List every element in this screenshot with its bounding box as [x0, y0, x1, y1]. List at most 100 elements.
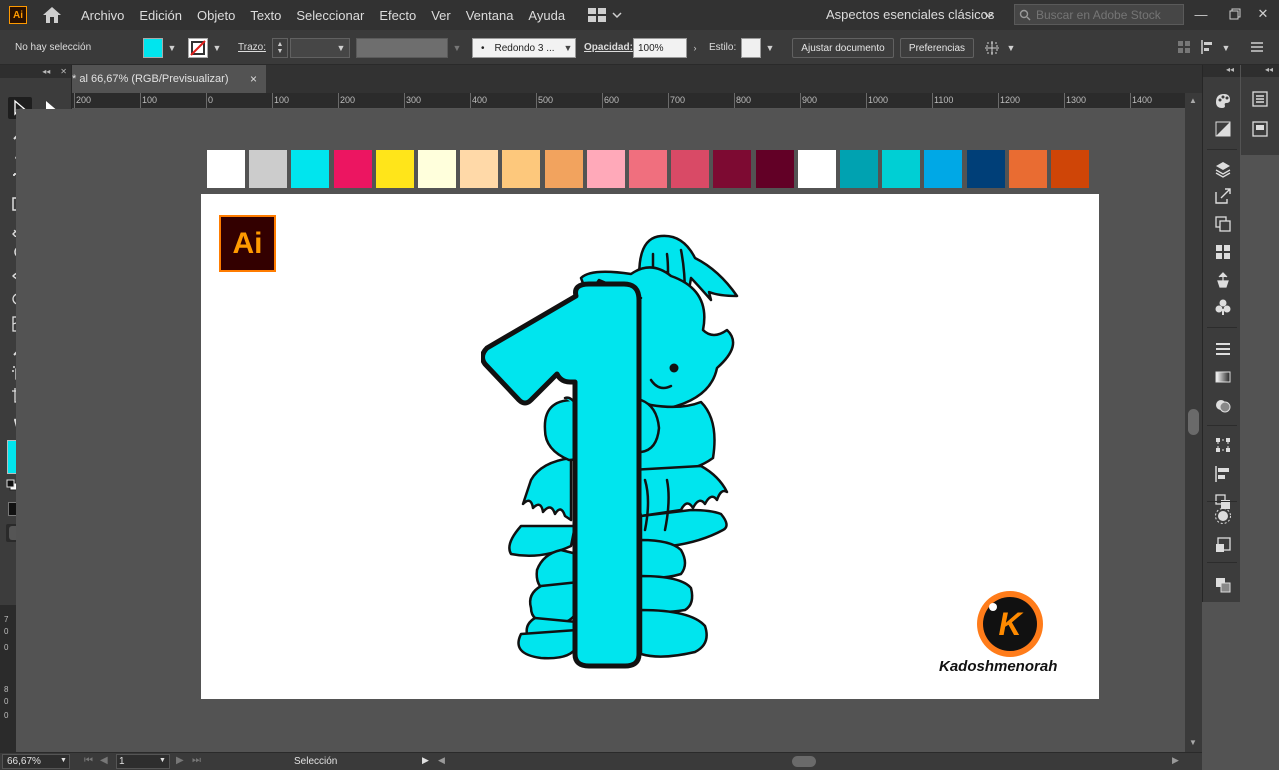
fill-dropdown[interactable]: ▼ — [165, 38, 179, 58]
color-swatch[interactable] — [756, 150, 794, 188]
opacity-input[interactable]: 100% — [633, 38, 687, 58]
gradient-panel-icon[interactable] — [1213, 367, 1233, 387]
close-panel-icon[interactable]: ✕ — [60, 67, 67, 76]
color-swatch[interactable] — [249, 150, 287, 188]
zoom-dropdown-icon[interactable]: ▼ — [60, 757, 67, 764]
color-swatch[interactable] — [713, 150, 751, 188]
color-swatch[interactable] — [545, 150, 583, 188]
close-window-button[interactable]: ✕ — [1252, 4, 1274, 24]
properties-panel-icon[interactable] — [1250, 89, 1270, 109]
align-panel-icon[interactable] — [1213, 464, 1233, 484]
scroll-right-icon[interactable]: ▶ — [1172, 755, 1179, 766]
info-panel-icon[interactable] — [1250, 119, 1270, 139]
graphic-style-swatch[interactable] — [741, 38, 761, 58]
color-swatch[interactable] — [967, 150, 1005, 188]
color-swatch[interactable] — [207, 150, 245, 188]
color-swatch[interactable] — [418, 150, 456, 188]
color-swatch[interactable] — [798, 150, 836, 188]
menu-efecto[interactable]: Efecto — [379, 8, 416, 23]
menu-ver[interactable]: Ver — [431, 8, 451, 23]
opacity-label[interactable]: Opacidad: — [584, 42, 633, 53]
home-icon[interactable] — [41, 5, 63, 25]
status-menu-icon[interactable]: ▶ — [422, 755, 429, 766]
artboards-icon[interactable] — [1213, 214, 1233, 234]
artboard-number-field[interactable]: 1 ▼ — [116, 754, 170, 769]
export-icon[interactable] — [1213, 186, 1233, 206]
stroke-weight-stepper[interactable]: ▲ ▼ — [272, 38, 288, 58]
color-swatch[interactable] — [376, 150, 414, 188]
opacity-arrow[interactable]: › — [688, 38, 702, 58]
symbols-icon[interactable] — [1213, 297, 1233, 317]
swatches-icon[interactable] — [1213, 242, 1233, 262]
color-swatch[interactable] — [882, 150, 920, 188]
menu-seleccionar[interactable]: Seleccionar — [296, 8, 364, 23]
color-swatch[interactable] — [587, 150, 625, 188]
artboard-dropdown-icon[interactable]: ▼ — [159, 757, 166, 764]
last-artboard-icon[interactable]: ⏭ — [192, 755, 201, 766]
vertical-scrollbar[interactable]: ▲ ▼ — [1185, 93, 1202, 752]
align-left-icon[interactable] — [1200, 39, 1218, 55]
horizontal-ruler[interactable]: 200 100 0 100 200 300 400 500 600 700 800 900 1000 11… — [72, 93, 1185, 109]
adjust-document-button[interactable]: Ajustar documento — [792, 38, 894, 58]
align-grid-icon[interactable] — [1176, 39, 1192, 55]
color-swatch[interactable] — [671, 150, 709, 188]
graphic-styles-icon[interactable] — [1213, 535, 1233, 555]
stroke-swatch[interactable] — [188, 38, 208, 58]
color-swatch[interactable] — [924, 150, 962, 188]
first-artboard-icon[interactable]: ⏮ — [84, 755, 93, 766]
stroke-label[interactable]: Trazo: — [238, 42, 266, 53]
menu-ventana[interactable]: Ventana — [466, 8, 514, 23]
brush-dropdown[interactable]: ▼ — [561, 38, 575, 58]
stroke-weight-dropdown[interactable]: ▼ — [334, 38, 348, 58]
arrange-dropdown[interactable]: ▼ — [1004, 38, 1018, 58]
brushes-icon[interactable] — [1213, 270, 1233, 290]
transform-icon[interactable] — [1213, 435, 1233, 455]
dock-collapse-icon[interactable]: ◂◂ — [1203, 65, 1240, 77]
color-swatch[interactable] — [840, 150, 878, 188]
vertical-scroll-thumb[interactable] — [1188, 409, 1199, 435]
menu-edicion[interactable]: Edición — [139, 8, 182, 23]
color-swatch[interactable] — [502, 150, 540, 188]
preferences-button[interactable]: Preferencias — [900, 38, 974, 58]
libraries-icon[interactable] — [1213, 575, 1233, 595]
search-input[interactable] — [1036, 7, 1176, 22]
menu-objeto[interactable]: Objeto — [197, 8, 235, 23]
horizontal-scroll-thumb[interactable] — [792, 756, 816, 767]
color-swatch[interactable] — [1009, 150, 1047, 188]
menu-texto[interactable]: Texto — [250, 8, 281, 23]
variable-width-profile[interactable] — [356, 38, 448, 58]
panel-menu-icon[interactable] — [1248, 39, 1266, 55]
dock-right-collapse-icon[interactable]: ◂◂ — [1241, 65, 1279, 77]
layers-icon[interactable] — [1213, 159, 1233, 179]
color-swatch[interactable] — [460, 150, 498, 188]
workspace-chevron-icon[interactable] — [984, 11, 994, 19]
menu-ayuda[interactable]: Ayuda — [528, 8, 565, 23]
document-tab[interactable]: * al 66,67% (RGB/Previsualizar) × — [72, 65, 266, 93]
color-panel-icon[interactable] — [1213, 91, 1233, 111]
color-swatch[interactable] — [629, 150, 667, 188]
current-tool-status[interactable]: Selección — [294, 756, 337, 767]
vertical-ruler[interactable]: 7 0 0 8 0 0 — [0, 605, 16, 752]
restore-button[interactable] — [1224, 4, 1246, 24]
appearance-icon[interactable] — [1213, 506, 1233, 526]
zoom-field[interactable]: 66,67% ▼ — [2, 754, 70, 769]
close-document-icon[interactable]: × — [250, 72, 257, 86]
style-dropdown[interactable]: ▼ — [763, 38, 777, 58]
arrange-icon[interactable] — [984, 39, 1002, 57]
color-guide-icon[interactable] — [1213, 119, 1233, 139]
arrange-documents-button[interactable] — [588, 8, 622, 22]
align-dropdown[interactable]: ▼ — [1219, 38, 1233, 58]
prev-artboard-icon[interactable]: ◀ — [100, 755, 108, 766]
scroll-up-icon[interactable]: ▲ — [1189, 96, 1197, 105]
stock-search[interactable] — [1014, 4, 1184, 25]
scroll-left-icon[interactable]: ◀ — [438, 755, 445, 766]
workspace-switcher[interactable]: Aspectos esenciales clásicos — [826, 7, 994, 22]
scroll-down-icon[interactable]: ▼ — [1189, 738, 1197, 747]
stroke-dropdown[interactable]: ▼ — [210, 38, 224, 58]
menu-archivo[interactable]: Archivo — [81, 8, 124, 23]
profile-dropdown[interactable]: ▼ — [450, 38, 464, 58]
artboard[interactable]: Ai K Kadoshmenorah — [201, 194, 1099, 699]
color-swatch[interactable] — [291, 150, 329, 188]
collapse-icon[interactable]: ◂◂ — [42, 67, 50, 76]
color-swatch[interactable] — [1051, 150, 1089, 188]
